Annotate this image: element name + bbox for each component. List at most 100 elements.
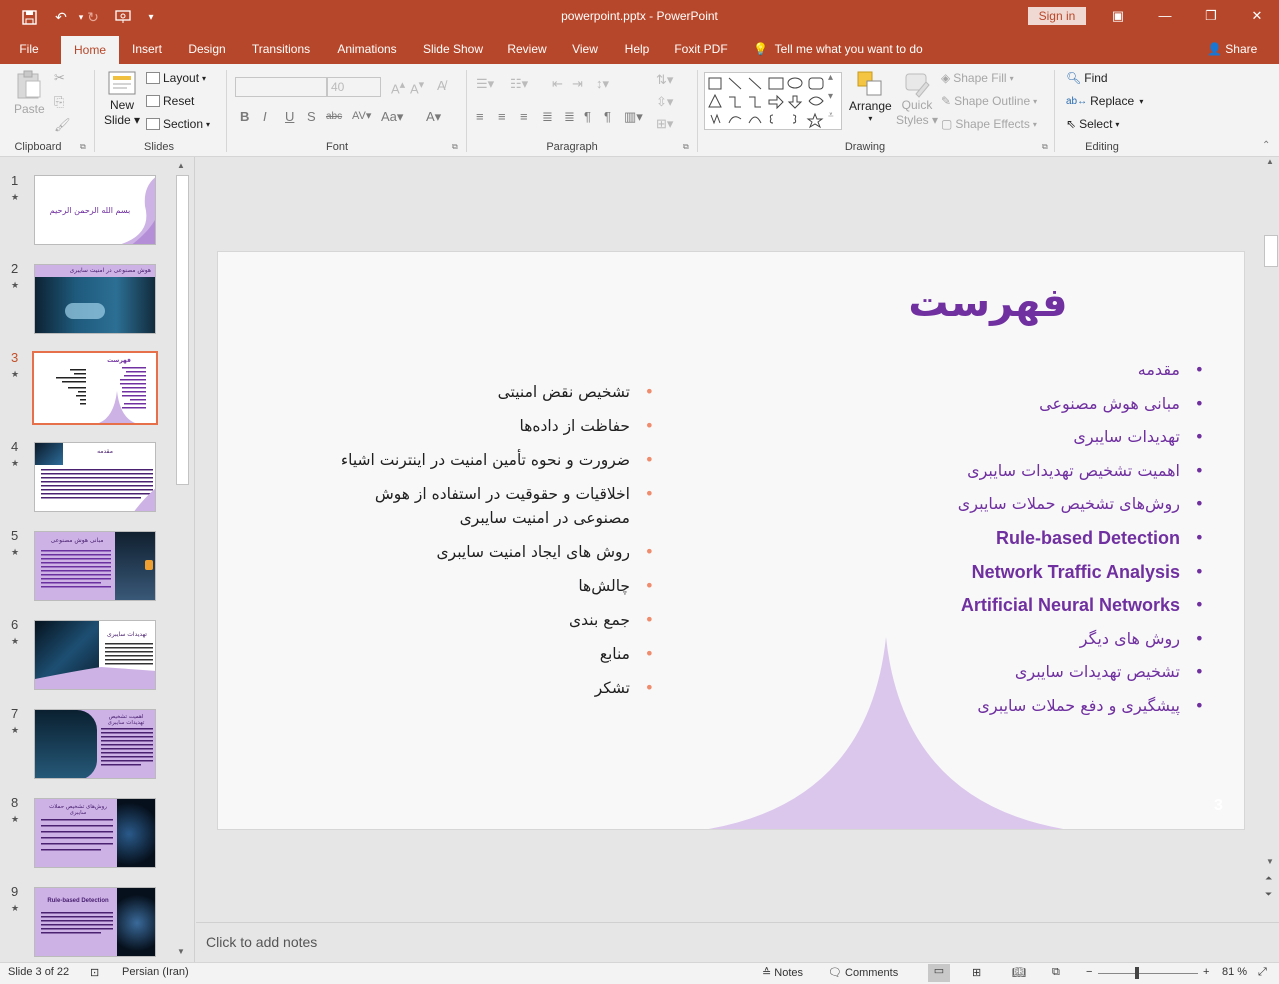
slide-thumbnail-3[interactable]: فهرست [32,351,158,425]
notes-pane[interactable]: Click to add notes [196,922,1279,962]
bold-icon[interactable]: B [240,109,249,124]
previous-slide-icon[interactable]: ⏶ [1265,873,1272,884]
slide-scrollbar[interactable]: ▲ ▼ ⏶ ⏷ [1263,157,1279,922]
shape-outline-button[interactable]: ✎ Shape Outline ▾ [941,94,1037,108]
section-button[interactable]: Section ▾ [146,117,210,131]
font-size-combo[interactable]: 40 [327,77,381,97]
scroll-up-icon[interactable]: ▲ [177,161,185,170]
layout-button[interactable]: Layout ▾ [146,71,206,85]
notes-button[interactable]: ≙ Notes [762,966,803,979]
slide-sorter-icon[interactable]: ⊞ [972,966,981,979]
tab-file[interactable]: File [8,34,50,64]
rtl-icon[interactable]: ¶ [584,109,591,124]
tell-me-search[interactable]: 💡 Tell me what you want to do [753,34,923,64]
slide-scroll-thumb[interactable] [1264,235,1278,267]
italic-icon[interactable]: I [263,109,267,124]
align-right-icon[interactable]: ≡ [520,109,528,124]
align-center-icon[interactable]: ≡ [498,109,506,124]
drawing-launcher-icon[interactable]: ⧉ [1042,142,1048,152]
clipboard-launcher-icon[interactable]: ⧉ [80,142,86,152]
distributed-icon[interactable]: ≣ [564,109,575,125]
shadow-icon[interactable]: S [307,109,316,124]
normal-view-icon[interactable]: ▭ [928,964,950,982]
slide-thumbnail-4[interactable]: مقدمه [34,442,156,512]
align-left-icon[interactable]: ≡ [476,109,484,124]
text-direction-icon[interactable]: ⇅▾ [656,72,673,88]
reset-button[interactable]: Reset [146,94,194,108]
spelling-icon[interactable]: ⊡ [90,966,99,979]
character-spacing-icon[interactable]: AV▾ [352,109,371,122]
paste-button[interactable]: Paste [14,70,45,116]
tab-home[interactable]: Home [61,36,119,64]
shapes-scroll-up-icon[interactable]: ▴ [828,72,833,83]
replace-button[interactable]: ab↔ Replace ▾ [1066,94,1143,108]
increase-font-icon[interactable]: A▴ [391,78,405,96]
scroll-up-icon[interactable]: ▲ [1266,157,1274,166]
underline-icon[interactable]: U [285,109,294,124]
arrange-button[interactable]: Arrange ▾ [849,70,892,123]
thumbnail-scrollbar[interactable]: ▲ ▼ [174,161,191,961]
cut-icon[interactable]: ✂ [54,70,65,86]
sign-in-button[interactable]: Sign in [1028,7,1086,25]
zoom-in-icon[interactable]: + [1203,966,1209,978]
shape-effects-button[interactable]: ▢ Shape Effects ▾ [941,117,1037,131]
zoom-slider-track[interactable] [1098,973,1198,974]
copy-icon[interactable]: ⎘ [54,94,64,110]
slide-thumbnail-8[interactable]: روش‌های تشخیص حملات سایبری [34,798,156,868]
bullets-icon[interactable]: ☰▾ [476,76,494,92]
slide-thumbnail-9[interactable]: Rule-based Detection [34,887,156,957]
quick-styles-button[interactable]: Quick Styles ▾ [896,70,938,128]
zoom-out-icon[interactable]: − [1086,966,1092,978]
line-spacing-icon[interactable]: ↕▾ [596,76,609,92]
tab-insert[interactable]: Insert [124,34,170,64]
comments-button[interactable]: 🗨︎ Comments [828,966,898,979]
fit-to-window-icon[interactable]: ⤢ [1258,966,1267,979]
shapes-gallery[interactable] [704,72,842,130]
scroll-down-icon[interactable]: ▼ [1266,857,1274,866]
font-color-icon[interactable]: A▾ [426,109,441,125]
increase-indent-icon[interactable]: ⇥ [572,76,583,92]
collapse-ribbon-icon[interactable]: ⌃ [1262,140,1270,151]
slide-thumbnail-6[interactable]: تهدیدات سایبری [34,620,156,690]
tab-help[interactable]: Help [616,34,658,64]
shapes-scroll-down-icon[interactable]: ▾ [828,91,833,102]
language-indicator[interactable]: Persian (Iran) [122,966,189,978]
slide-thumbnail-7[interactable]: اهمیت تشخیص تهدیدات سایبری [34,709,156,779]
select-button[interactable]: ⇖ Select ▾ [1066,117,1119,131]
tab-design[interactable]: Design [180,34,234,64]
restore-icon[interactable]: ❐ [1199,6,1223,26]
toc-left-list[interactable]: تشخیص نقض امنیتی حفاظت از داده‌ها ضرورت … [318,380,654,710]
clear-formatting-icon[interactable]: A̸ [437,78,446,93]
font-family-combo[interactable] [235,77,327,97]
notes-placeholder[interactable]: Click to add notes [206,934,317,950]
toc-right-list[interactable]: مقدمه مبانی هوش مصنوعی تهدیدات سایبری اه… [820,356,1204,726]
minimize-icon[interactable]: — [1153,6,1177,26]
scroll-down-icon[interactable]: ▼ [177,947,185,956]
strikethrough-icon[interactable]: abc [326,111,342,122]
shapes-more-icon[interactable]: ⩡ [828,110,834,121]
format-painter-icon[interactable]: 🖌 [54,117,71,133]
smartart-icon[interactable]: ⊞▾ [656,116,673,132]
zoom-level[interactable]: 81 % [1222,966,1247,978]
tab-review[interactable]: Review [500,34,554,64]
slide-title[interactable]: فهرست [818,280,1158,326]
columns-icon[interactable]: ▥▾ [624,109,643,125]
current-slide[interactable]: فهرست مقدمه مبانی هوش مصنوعی تهدیدات سای… [217,251,1245,830]
slide-thumbnail-5[interactable]: مبانی هوش مصنوعی [34,531,156,601]
decrease-font-icon[interactable]: A▾ [410,78,424,96]
font-launcher-icon[interactable]: ⧉ [452,142,458,152]
zoom-slider-thumb[interactable] [1135,967,1139,979]
tab-slide-show[interactable]: Slide Show [416,34,490,64]
align-text-icon[interactable]: ⇳▾ [656,94,673,110]
paragraph-launcher-icon[interactable]: ⧉ [683,142,689,152]
reading-view-icon[interactable]: 📖︎ [1012,966,1026,979]
tab-foxit-pdf[interactable]: Foxit PDF [668,34,734,64]
tab-animations[interactable]: Animations [328,34,406,64]
next-slide-icon[interactable]: ⏷ [1265,889,1272,900]
share-button[interactable]: 👤 Share [1207,34,1257,64]
justify-icon[interactable]: ≣ [542,109,553,125]
tab-transitions[interactable]: Transitions [244,34,318,64]
tab-view[interactable]: View [564,34,606,64]
find-button[interactable]: 🔍︎ Find [1066,71,1108,85]
thumbnail-scroll-thumb[interactable] [176,175,189,485]
